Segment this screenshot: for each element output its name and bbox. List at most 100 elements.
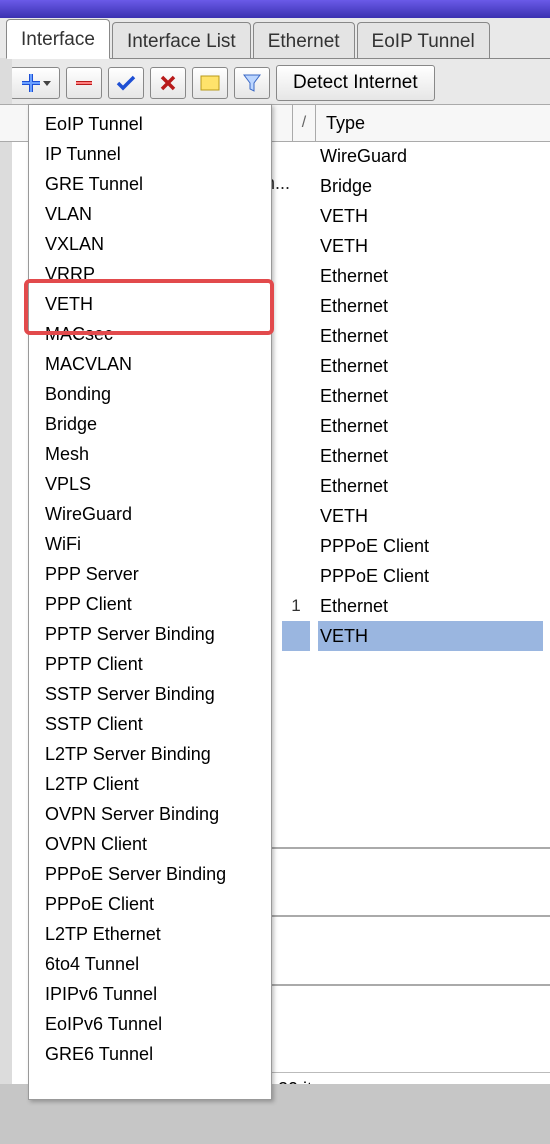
- dropdown-item-vxlan[interactable]: VXLAN: [29, 229, 271, 259]
- table-row-type[interactable]: VETH: [318, 201, 543, 231]
- table-row-slash[interactable]: [282, 351, 310, 381]
- dropdown-item-label: GRE Tunnel: [45, 174, 143, 195]
- table-row-type[interactable]: Ethernet: [318, 411, 543, 441]
- table-row-slash[interactable]: [282, 201, 310, 231]
- dropdown-item-pptp-server-binding[interactable]: PPTP Server Binding: [29, 619, 271, 649]
- table-row-type[interactable]: Ethernet: [318, 261, 543, 291]
- type-cell-label: Ethernet: [320, 296, 388, 317]
- table-row-type[interactable]: Ethernet: [318, 291, 543, 321]
- table-row-type[interactable]: VETH: [318, 621, 543, 651]
- table-row-type[interactable]: Ethernet: [318, 471, 543, 501]
- table-row-slash[interactable]: [282, 231, 310, 261]
- dropdown-item-gre6-tunnel[interactable]: GRE6 Tunnel: [29, 1039, 271, 1069]
- dropdown-item-mesh[interactable]: Mesh: [29, 439, 271, 469]
- dropdown-item-6to4-tunnel[interactable]: 6to4 Tunnel: [29, 949, 271, 979]
- type-column: WireGuardBridgeVETHVETHEthernetEthernetE…: [318, 141, 543, 651]
- toolbar: Detect Internet: [0, 59, 550, 107]
- dropdown-item-ip-tunnel[interactable]: IP Tunnel: [29, 139, 271, 169]
- table-row-slash[interactable]: 1: [282, 591, 310, 621]
- detect-internet-button[interactable]: Detect Internet: [276, 65, 435, 101]
- dropdown-item-label: EoIPv6 Tunnel: [45, 1014, 162, 1035]
- table-row-type[interactable]: Ethernet: [318, 321, 543, 351]
- add-button[interactable]: [10, 67, 60, 99]
- dropdown-item-bonding[interactable]: Bonding: [29, 379, 271, 409]
- dropdown-item-gre-tunnel[interactable]: GRE Tunnel: [29, 169, 271, 199]
- table-row-type[interactable]: Ethernet: [318, 381, 543, 411]
- dropdown-item-ovpn-client[interactable]: OVPN Client: [29, 829, 271, 859]
- title-bar: [0, 0, 550, 18]
- table-row-slash[interactable]: [282, 531, 310, 561]
- dropdown-item-l2tp-client[interactable]: L2TP Client: [29, 769, 271, 799]
- tab-ethernet[interactable]: Ethernet: [253, 22, 355, 58]
- dropdown-item-vlan[interactable]: VLAN: [29, 199, 271, 229]
- type-cell-label: Bridge: [320, 176, 372, 197]
- table-row-slash[interactable]: [282, 291, 310, 321]
- dropdown-item-ovpn-server-binding[interactable]: OVPN Server Binding: [29, 799, 271, 829]
- disable-button[interactable]: [150, 67, 186, 99]
- dropdown-item-label: 6to4 Tunnel: [45, 954, 139, 975]
- table-row-type[interactable]: Ethernet: [318, 441, 543, 471]
- dropdown-item-label: MACVLAN: [45, 354, 132, 375]
- dropdown-item-eoip-tunnel[interactable]: EoIP Tunnel: [29, 109, 271, 139]
- remove-button[interactable]: [66, 67, 102, 99]
- table-row-slash[interactable]: [282, 621, 310, 651]
- table-row-type[interactable]: Ethernet: [318, 351, 543, 381]
- column-header-slash[interactable]: /: [293, 105, 316, 141]
- dropdown-item-label: IP Tunnel: [45, 144, 121, 165]
- dropdown-item-macvlan[interactable]: MACVLAN: [29, 349, 271, 379]
- table-row-slash[interactable]: [282, 441, 310, 471]
- tab-interface[interactable]: Interface: [6, 19, 110, 59]
- table-row-slash[interactable]: [282, 501, 310, 531]
- table-row-slash[interactable]: [282, 561, 310, 591]
- comment-button[interactable]: [192, 67, 228, 99]
- table-row-type[interactable]: PPPoE Client: [318, 531, 543, 561]
- filter-button[interactable]: [234, 67, 270, 99]
- tab-label: Interface List: [127, 31, 236, 53]
- type-cell-label: PPPoE Client: [320, 566, 429, 587]
- table-row-slash[interactable]: [282, 411, 310, 441]
- dropdown-item-vrrp[interactable]: VRRP: [29, 259, 271, 289]
- dropdown-item-label: GRE6 Tunnel: [45, 1044, 153, 1065]
- table-row-type[interactable]: WireGuard: [318, 141, 543, 171]
- dropdown-item-sstp-server-binding[interactable]: SSTP Server Binding: [29, 679, 271, 709]
- dropdown-item-label: OVPN Client: [45, 834, 147, 855]
- dropdown-item-ppp-server[interactable]: PPP Server: [29, 559, 271, 589]
- dropdown-item-vpls[interactable]: VPLS: [29, 469, 271, 499]
- tab-interface-list[interactable]: Interface List: [112, 22, 251, 58]
- dropdown-item-label: EoIP Tunnel: [45, 114, 143, 135]
- dropdown-item-l2tp-server-binding[interactable]: L2TP Server Binding: [29, 739, 271, 769]
- note-icon: [200, 75, 220, 91]
- dropdown-item-pptp-client[interactable]: PPTP Client: [29, 649, 271, 679]
- table-row-slash[interactable]: [282, 321, 310, 351]
- type-cell-label: Ethernet: [320, 386, 388, 407]
- dropdown-item-veth[interactable]: VETH: [29, 289, 271, 319]
- add-interface-dropdown[interactable]: EoIP TunnelIP TunnelGRE TunnelVLANVXLANV…: [28, 104, 272, 1100]
- table-row-slash[interactable]: [282, 381, 310, 411]
- check-icon: [116, 74, 136, 92]
- enable-button[interactable]: [108, 67, 144, 99]
- dropdown-item-l2tp-ethernet[interactable]: L2TP Ethernet: [29, 919, 271, 949]
- table-row-slash[interactable]: [282, 261, 310, 291]
- tab-eoip-tunnel[interactable]: EoIP Tunnel: [357, 22, 490, 58]
- table-row-slash[interactable]: [282, 171, 310, 201]
- table-row-type[interactable]: Ethernet: [318, 591, 543, 621]
- dropdown-item-wifi[interactable]: WiFi: [29, 529, 271, 559]
- dropdown-item-wireguard[interactable]: WireGuard: [29, 499, 271, 529]
- dropdown-item-sstp-client[interactable]: SSTP Client: [29, 709, 271, 739]
- dropdown-item-ipipv6-tunnel[interactable]: IPIPv6 Tunnel: [29, 979, 271, 1009]
- dropdown-item-bridge[interactable]: Bridge: [29, 409, 271, 439]
- dropdown-item-ppp-client[interactable]: PPP Client: [29, 589, 271, 619]
- type-cell-label: VETH: [320, 236, 368, 257]
- table-row-type[interactable]: VETH: [318, 231, 543, 261]
- table-row-type[interactable]: Bridge: [318, 171, 543, 201]
- dropdown-item-pppoe-server-binding[interactable]: PPPoE Server Binding: [29, 859, 271, 889]
- table-row-slash[interactable]: [282, 141, 310, 171]
- table-row-type[interactable]: VETH: [318, 501, 543, 531]
- dropdown-item-pppoe-client[interactable]: PPPoE Client: [29, 889, 271, 919]
- dropdown-item-macsec[interactable]: MACsec: [29, 319, 271, 349]
- table-row-type[interactable]: PPPoE Client: [318, 561, 543, 591]
- column-header-type[interactable]: Type: [316, 105, 550, 141]
- dropdown-item-eoipv6-tunnel[interactable]: EoIPv6 Tunnel: [29, 1009, 271, 1039]
- table-row-slash[interactable]: [282, 471, 310, 501]
- dropdown-item-label: WireGuard: [45, 504, 132, 525]
